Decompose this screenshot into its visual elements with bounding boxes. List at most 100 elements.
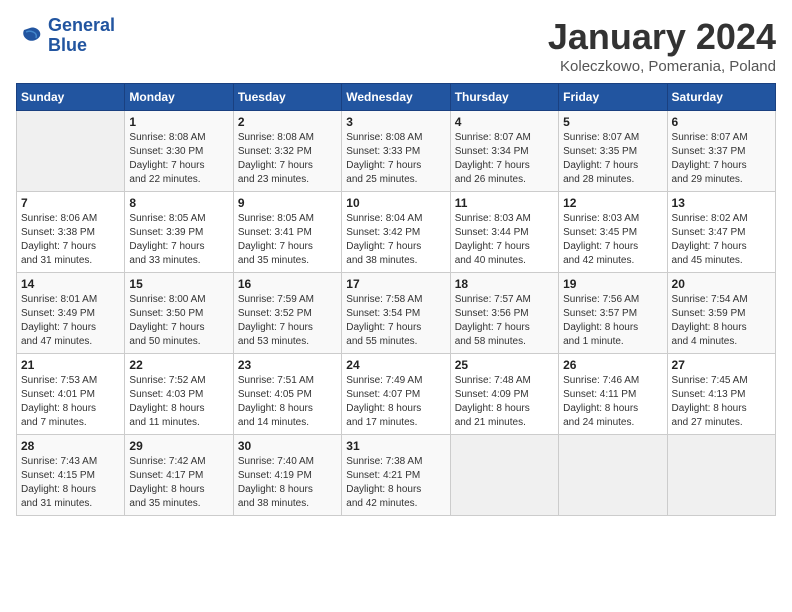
calendar-cell xyxy=(559,435,667,516)
calendar-cell: 23 Sunrise: 7:51 AM Sunset: 4:05 PM Dayli… xyxy=(233,354,341,435)
day-info: Sunrise: 8:07 AM Sunset: 3:34 PM Dayligh… xyxy=(455,131,554,187)
calendar-cell: 20 Sunrise: 7:54 AM Sunset: 3:59 PM Dayli… xyxy=(667,273,775,354)
calendar-cell: 4 Sunrise: 8:07 AM Sunset: 3:34 PM Daylig… xyxy=(450,111,558,192)
day-number: 17 xyxy=(346,277,445,291)
header-row: SundayMondayTuesdayWednesdayThursdayFrid… xyxy=(17,84,776,111)
day-info: Sunrise: 7:45 AM Sunset: 4:13 PM Dayligh… xyxy=(672,374,771,430)
day-number: 4 xyxy=(455,115,554,129)
day-info: Sunrise: 7:54 AM Sunset: 3:59 PM Dayligh… xyxy=(672,293,771,349)
calendar-cell: 3 Sunrise: 8:08 AM Sunset: 3:33 PM Daylig… xyxy=(342,111,450,192)
calendar-cell: 28 Sunrise: 7:43 AM Sunset: 4:15 PM Dayli… xyxy=(17,435,125,516)
calendar-cell: 26 Sunrise: 7:46 AM Sunset: 4:11 PM Dayli… xyxy=(559,354,667,435)
day-info: Sunrise: 7:49 AM Sunset: 4:07 PM Dayligh… xyxy=(346,374,445,430)
calendar-cell: 9 Sunrise: 8:05 AM Sunset: 3:41 PM Daylig… xyxy=(233,192,341,273)
calendar-week-row: 21 Sunrise: 7:53 AM Sunset: 4:01 PM Dayli… xyxy=(17,354,776,435)
day-number: 21 xyxy=(21,358,120,372)
calendar-cell: 13 Sunrise: 8:02 AM Sunset: 3:47 PM Dayli… xyxy=(667,192,775,273)
day-info: Sunrise: 8:07 AM Sunset: 3:37 PM Dayligh… xyxy=(672,131,771,187)
calendar-cell: 24 Sunrise: 7:49 AM Sunset: 4:07 PM Dayli… xyxy=(342,354,450,435)
day-info: Sunrise: 7:40 AM Sunset: 4:19 PM Dayligh… xyxy=(238,455,337,511)
calendar-cell: 29Sunrise: 7:42 AM Sunset: 4:17 PM Dayli… xyxy=(125,435,233,516)
logo-line2: Blue xyxy=(48,35,87,55)
header-day: Sunday xyxy=(17,84,125,111)
calendar-cell: 18 Sunrise: 7:57 AM Sunset: 3:56 PM Dayli… xyxy=(450,273,558,354)
calendar-cell: 10Sunrise: 8:04 AM Sunset: 3:42 PM Dayli… xyxy=(342,192,450,273)
day-number: 23 xyxy=(238,358,337,372)
calendar-week-row: 14 Sunrise: 8:01 AM Sunset: 3:49 PM Dayli… xyxy=(17,273,776,354)
day-number: 18 xyxy=(455,277,554,291)
day-number: 6 xyxy=(672,115,771,129)
day-info: Sunrise: 7:43 AM Sunset: 4:15 PM Dayligh… xyxy=(21,455,120,511)
calendar-cell: 2Sunrise: 8:08 AM Sunset: 3:32 PM Daylig… xyxy=(233,111,341,192)
logo-text: General Blue xyxy=(48,16,115,56)
day-number: 30 xyxy=(238,439,337,453)
calendar-header: SundayMondayTuesdayWednesdayThursdayFrid… xyxy=(17,84,776,111)
header-day: Saturday xyxy=(667,84,775,111)
day-number: 3 xyxy=(346,115,445,129)
day-info: Sunrise: 7:38 AM Sunset: 4:21 PM Dayligh… xyxy=(346,455,445,511)
logo-icon xyxy=(16,24,44,48)
calendar-body: 1Sunrise: 8:08 AM Sunset: 3:30 PM Daylig… xyxy=(17,111,776,516)
day-info: Sunrise: 7:59 AM Sunset: 3:52 PM Dayligh… xyxy=(238,293,337,349)
day-info: Sunrise: 8:08 AM Sunset: 3:32 PM Dayligh… xyxy=(238,131,337,187)
day-number: 28 xyxy=(21,439,120,453)
day-info: Sunrise: 7:48 AM Sunset: 4:09 PM Dayligh… xyxy=(455,374,554,430)
calendar-cell: 22Sunrise: 7:52 AM Sunset: 4:03 PM Dayli… xyxy=(125,354,233,435)
page-header: General Blue January 2024 Koleczkowo, Po… xyxy=(16,16,776,75)
title-block: January 2024 Koleczkowo, Pomerania, Pola… xyxy=(548,16,776,75)
calendar-week-row: 1Sunrise: 8:08 AM Sunset: 3:30 PM Daylig… xyxy=(17,111,776,192)
calendar-cell: 27 Sunrise: 7:45 AM Sunset: 4:13 PM Dayli… xyxy=(667,354,775,435)
day-number: 15 xyxy=(129,277,228,291)
calendar-cell: 7 Sunrise: 8:06 AM Sunset: 3:38 PM Daylig… xyxy=(17,192,125,273)
day-info: Sunrise: 7:42 AM Sunset: 4:17 PM Dayligh… xyxy=(129,455,228,511)
day-info: Sunrise: 7:51 AM Sunset: 4:05 PM Dayligh… xyxy=(238,374,337,430)
day-number: 26 xyxy=(563,358,662,372)
calendar-cell: 14 Sunrise: 8:01 AM Sunset: 3:49 PM Dayli… xyxy=(17,273,125,354)
calendar-subtitle: Koleczkowo, Pomerania, Poland xyxy=(548,58,776,75)
day-info: Sunrise: 8:05 AM Sunset: 3:41 PM Dayligh… xyxy=(238,212,337,268)
day-number: 7 xyxy=(21,196,120,210)
day-info: Sunrise: 7:52 AM Sunset: 4:03 PM Dayligh… xyxy=(129,374,228,430)
day-number: 8 xyxy=(129,196,228,210)
day-info: Sunrise: 8:06 AM Sunset: 3:38 PM Dayligh… xyxy=(21,212,120,268)
calendar-cell: 31Sunrise: 7:38 AM Sunset: 4:21 PM Dayli… xyxy=(342,435,450,516)
calendar-cell: 25 Sunrise: 7:48 AM Sunset: 4:09 PM Dayli… xyxy=(450,354,558,435)
day-info: Sunrise: 8:05 AM Sunset: 3:39 PM Dayligh… xyxy=(129,212,228,268)
day-number: 16 xyxy=(238,277,337,291)
day-info: Sunrise: 8:01 AM Sunset: 3:49 PM Dayligh… xyxy=(21,293,120,349)
logo: General Blue xyxy=(16,16,115,56)
calendar-cell xyxy=(17,111,125,192)
calendar-title: January 2024 xyxy=(548,16,776,58)
day-number: 27 xyxy=(672,358,771,372)
calendar-cell: 1Sunrise: 8:08 AM Sunset: 3:30 PM Daylig… xyxy=(125,111,233,192)
calendar-cell xyxy=(450,435,558,516)
header-day: Monday xyxy=(125,84,233,111)
day-number: 24 xyxy=(346,358,445,372)
calendar-cell: 8 Sunrise: 8:05 AM Sunset: 3:39 PM Daylig… xyxy=(125,192,233,273)
day-info: Sunrise: 7:46 AM Sunset: 4:11 PM Dayligh… xyxy=(563,374,662,430)
calendar-cell: 30 Sunrise: 7:40 AM Sunset: 4:19 PM Dayli… xyxy=(233,435,341,516)
day-info: Sunrise: 8:03 AM Sunset: 3:44 PM Dayligh… xyxy=(455,212,554,268)
day-number: 20 xyxy=(672,277,771,291)
header-day: Thursday xyxy=(450,84,558,111)
day-info: Sunrise: 8:04 AM Sunset: 3:42 PM Dayligh… xyxy=(346,212,445,268)
calendar-week-row: 7 Sunrise: 8:06 AM Sunset: 3:38 PM Daylig… xyxy=(17,192,776,273)
day-info: Sunrise: 8:02 AM Sunset: 3:47 PM Dayligh… xyxy=(672,212,771,268)
day-info: Sunrise: 7:56 AM Sunset: 3:57 PM Dayligh… xyxy=(563,293,662,349)
header-day: Tuesday xyxy=(233,84,341,111)
calendar-cell: 11 Sunrise: 8:03 AM Sunset: 3:44 PM Dayli… xyxy=(450,192,558,273)
calendar-cell: 16 Sunrise: 7:59 AM Sunset: 3:52 PM Dayli… xyxy=(233,273,341,354)
day-number: 25 xyxy=(455,358,554,372)
logo-line1: General xyxy=(48,15,115,35)
calendar-cell: 17Sunrise: 7:58 AM Sunset: 3:54 PM Dayli… xyxy=(342,273,450,354)
day-number: 9 xyxy=(238,196,337,210)
day-info: Sunrise: 8:08 AM Sunset: 3:33 PM Dayligh… xyxy=(346,131,445,187)
day-number: 19 xyxy=(563,277,662,291)
day-info: Sunrise: 7:53 AM Sunset: 4:01 PM Dayligh… xyxy=(21,374,120,430)
day-info: Sunrise: 7:57 AM Sunset: 3:56 PM Dayligh… xyxy=(455,293,554,349)
day-number: 13 xyxy=(672,196,771,210)
calendar-cell: 19 Sunrise: 7:56 AM Sunset: 3:57 PM Dayli… xyxy=(559,273,667,354)
day-info: Sunrise: 8:07 AM Sunset: 3:35 PM Dayligh… xyxy=(563,131,662,187)
day-number: 14 xyxy=(21,277,120,291)
day-number: 11 xyxy=(455,196,554,210)
